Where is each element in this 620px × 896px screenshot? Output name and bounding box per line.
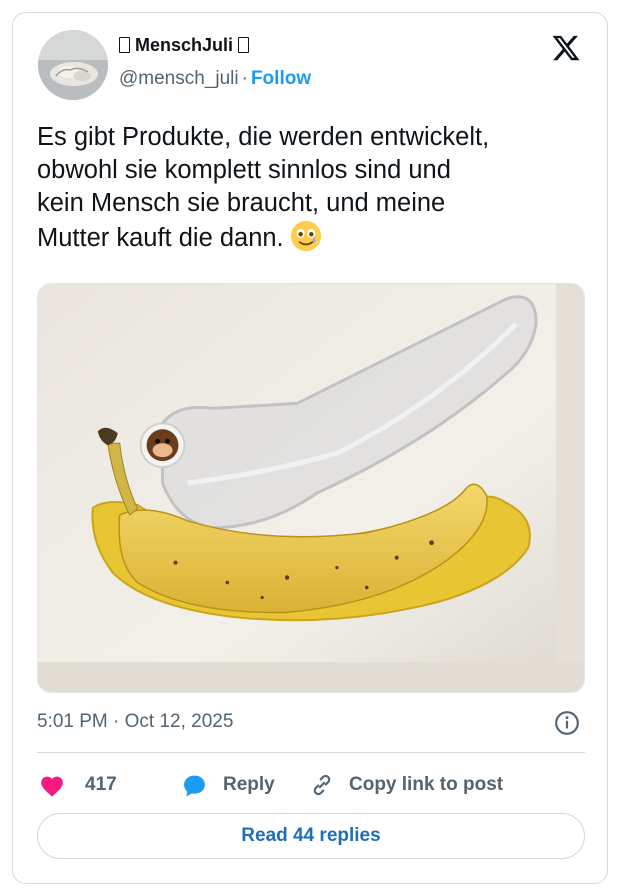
tweet-photo[interactable] — [37, 283, 585, 693]
read-replies-label: Read 44 replies — [241, 825, 381, 846]
tweet-text: Es gibt Produkte, die werden entwickelt,… — [37, 121, 592, 255]
read-replies-button[interactable]: Read 44 replies — [37, 813, 585, 859]
reply-label: Reply — [223, 774, 275, 795]
action-bar: 417 Reply Copy link to post — [39, 770, 503, 800]
heart-icon — [41, 776, 63, 797]
tweet-body: Es gibt Produkte, die werden entwickelt,… — [37, 123, 490, 252]
speech-bubble-icon — [184, 775, 205, 796]
display-name[interactable]: MenschJuli — [119, 33, 311, 57]
x-logo-icon[interactable] — [550, 33, 582, 63]
link-icon — [313, 774, 331, 796]
avatar[interactable] — [38, 30, 108, 100]
name-suffix-glyph — [238, 37, 250, 53]
author-info: MenschJuli @mensch_juli · Follow — [119, 33, 311, 91]
follow-button[interactable]: Follow — [251, 68, 311, 89]
reply-button[interactable]: Reply — [181, 773, 309, 798]
display-name-text: MenschJuli — [135, 35, 234, 55]
like-count: 417 — [85, 774, 117, 795]
name-prefix-glyph — [119, 37, 130, 53]
like-button[interactable]: 417 — [39, 773, 181, 797]
handle-separator: · — [241, 68, 248, 89]
handle-row: @mensch_juli · Follow — [119, 67, 311, 91]
copy-link-button[interactable]: Copy link to post — [309, 772, 503, 798]
user-handle[interactable]: @mensch_juli — [119, 68, 239, 89]
smiling-face-with-tear-emoji — [290, 220, 321, 252]
divider — [37, 752, 585, 753]
info-icon[interactable] — [554, 710, 580, 736]
avatar-image — [38, 30, 108, 100]
banana-holder-photo — [38, 284, 584, 692]
copy-link-label: Copy link to post — [349, 774, 504, 795]
tweet-card: MenschJuli @mensch_juli · Follow Es gibt P… — [12, 12, 608, 884]
tweet-timestamp[interactable]: 5:01 PM · Oct 12, 2025 — [37, 710, 233, 734]
